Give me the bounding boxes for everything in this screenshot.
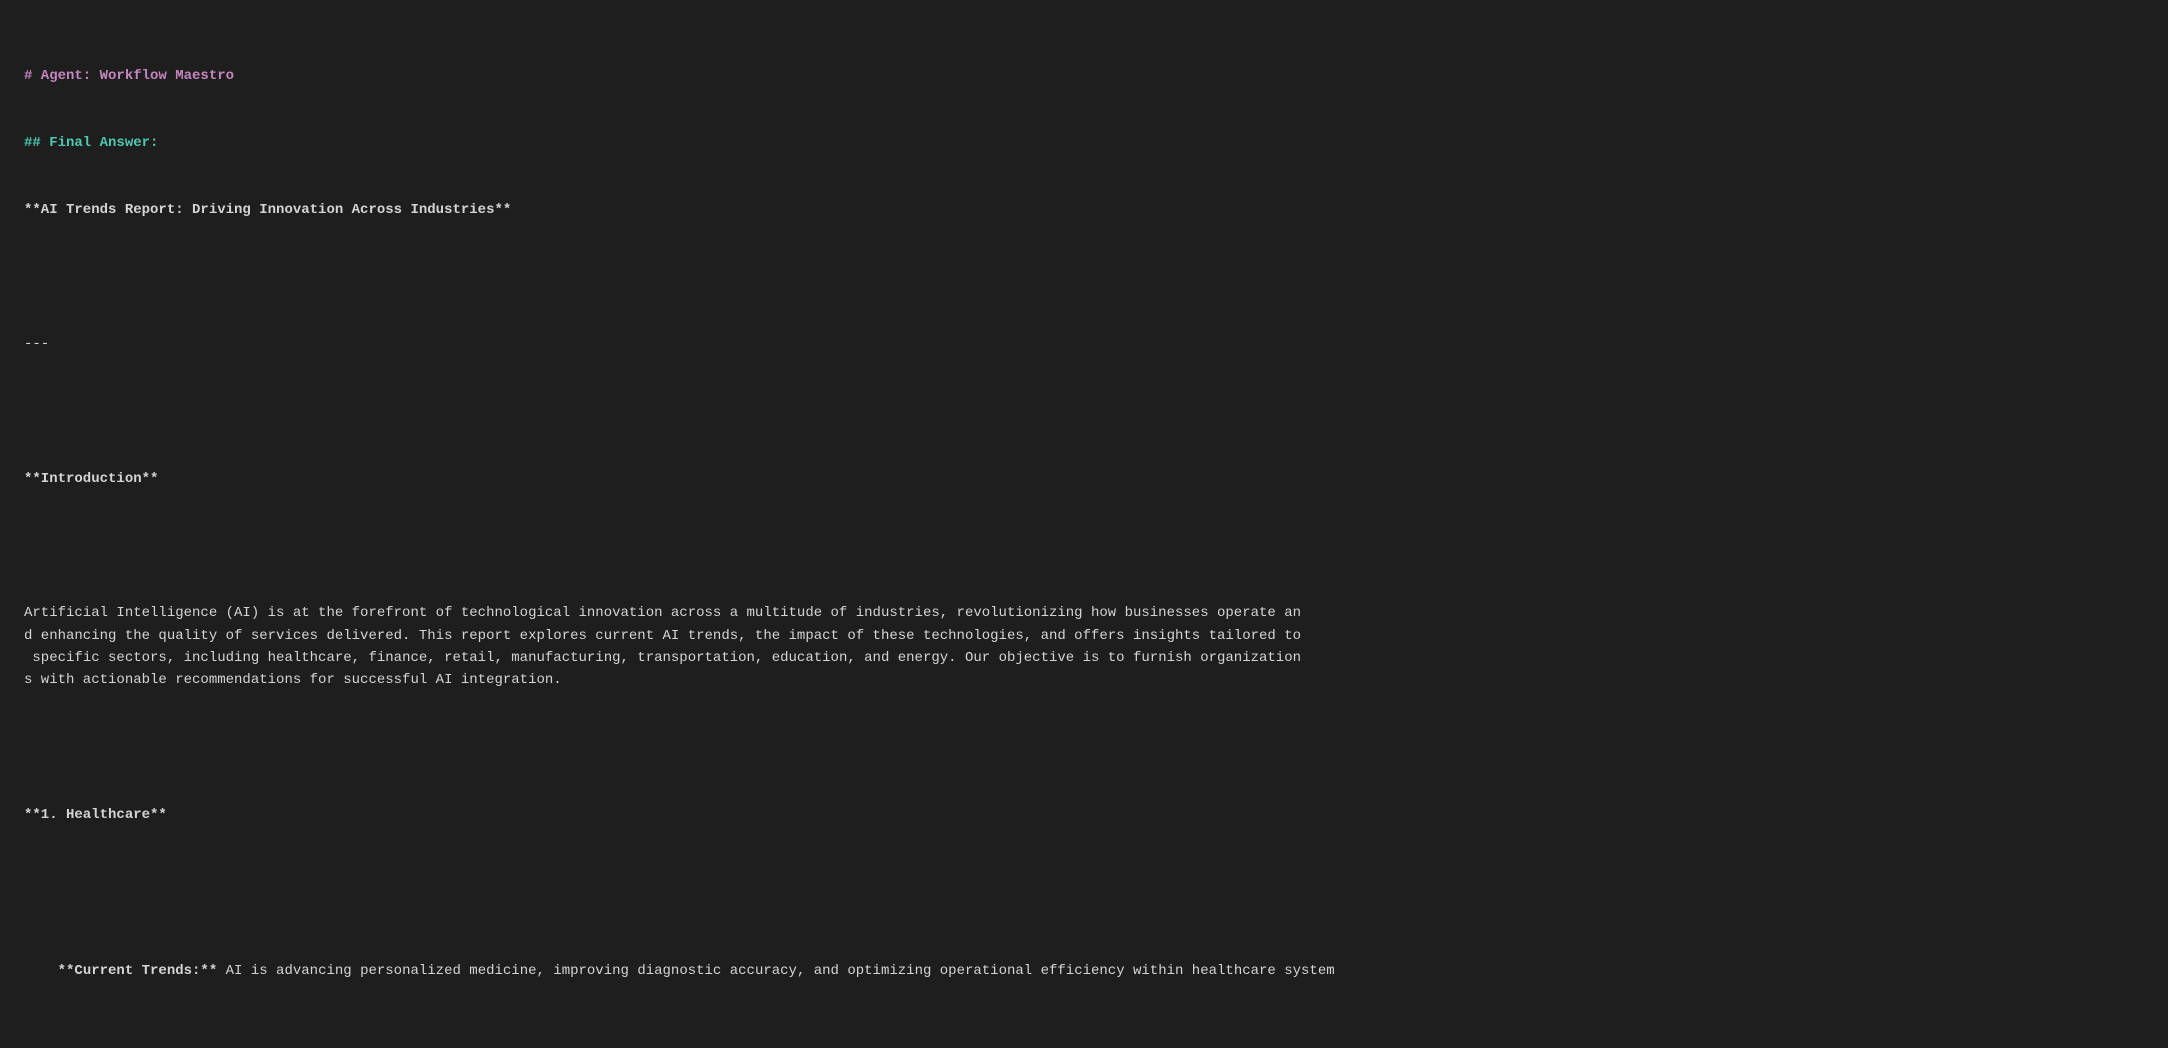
section1-trends: **Current Trends:** AI is advancing pers… bbox=[24, 938, 2144, 1005]
blank-line-1 bbox=[24, 266, 2144, 288]
section1-trends-label: **Current Trends:** bbox=[58, 963, 218, 979]
final-answer-heading: ## Final Answer: bbox=[24, 132, 2144, 154]
intro-heading: **Introduction** bbox=[24, 468, 2144, 490]
section1-heading: **1. Healthcare** bbox=[24, 804, 2144, 826]
blank-line-3 bbox=[24, 535, 2144, 557]
blank-line-4 bbox=[24, 737, 2144, 759]
report-title: **AI Trends Report: Driving Innovation A… bbox=[24, 199, 2144, 221]
agent-line: # Agent: Workflow Maestro bbox=[24, 65, 2144, 87]
content-area: # Agent: Workflow Maestro ## Final Answe… bbox=[24, 20, 2144, 1028]
section1-trends-text: AI is advancing personalized medicine, i… bbox=[217, 963, 1334, 979]
blank-line-2 bbox=[24, 401, 2144, 423]
blank-line-5 bbox=[24, 871, 2144, 893]
intro-paragraph: Artificial Intelligence (AI) is at the f… bbox=[24, 602, 2144, 692]
separator: --- bbox=[24, 333, 2144, 355]
